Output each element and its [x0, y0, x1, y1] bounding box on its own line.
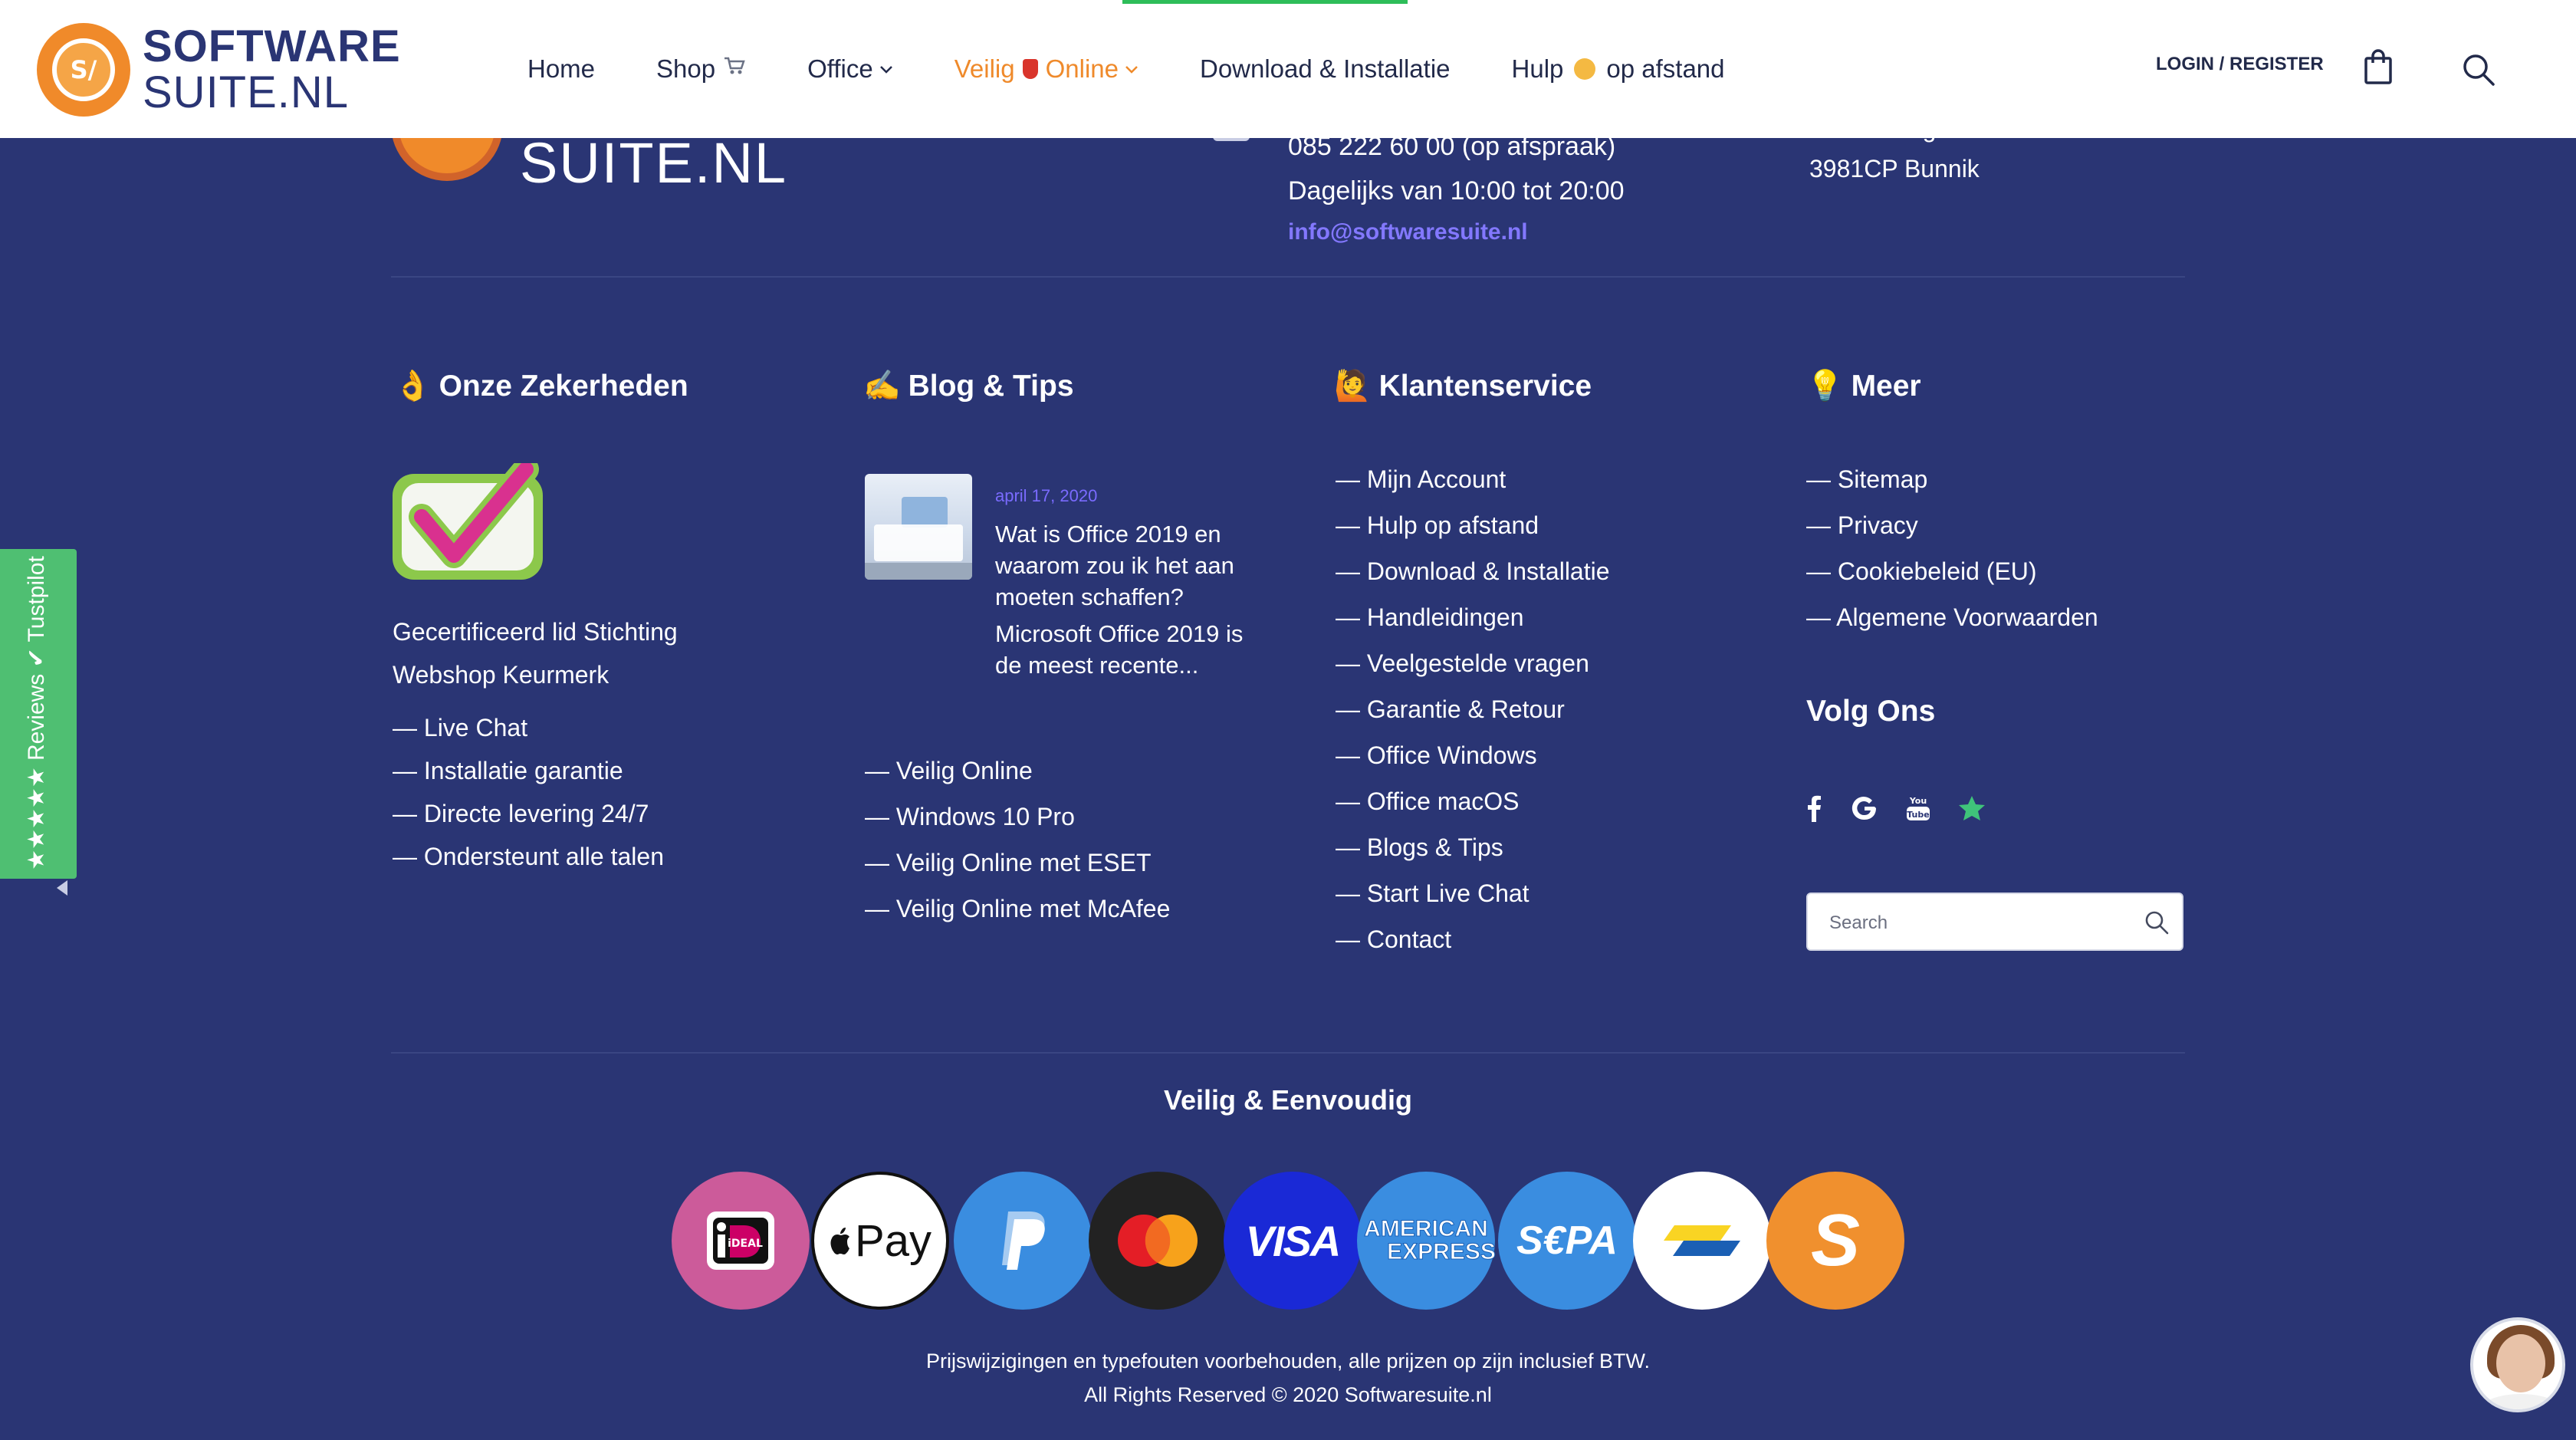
- footer-link-veelgestelde-vragen[interactable]: — Veelgestelde vragen: [1336, 649, 1589, 678]
- footer-link-start-live-chat[interactable]: — Start Live Chat: [1336, 879, 1530, 908]
- writing-hand-icon: ✍️: [863, 370, 901, 403]
- sepa-label: S€PA: [1516, 1218, 1618, 1263]
- payment-visa-icon[interactable]: VISA: [1224, 1172, 1362, 1310]
- footer-link-garantie-retour[interactable]: — Garantie & Retour: [1336, 695, 1565, 724]
- footer-link-contact[interactable]: — Contact: [1336, 925, 1451, 954]
- footer-link-handleidingen[interactable]: — Handleidingen: [1336, 603, 1524, 632]
- footer-search-box: [1806, 893, 2183, 951]
- trustpilot-tab[interactable]: ★★★★★ Reviews ✔ Tustpilot: [0, 549, 77, 879]
- payment-sofort-icon[interactable]: S: [1766, 1172, 1904, 1310]
- footer-link-live-chat[interactable]: — Live Chat: [393, 714, 527, 742]
- contact-hours: Dagelijks van 10:00 tot 20:00: [1288, 176, 1625, 205]
- follow-us-heading: Volg Ons: [1806, 695, 1936, 728]
- nav-shop[interactable]: Shop: [656, 54, 746, 84]
- footer-link-veilig-online-eset[interactable]: — Veilig Online met ESET: [865, 849, 1151, 877]
- star-icon[interactable]: [1957, 793, 1987, 824]
- google-icon[interactable]: [1849, 793, 1880, 824]
- footer-link-blogs-tips[interactable]: — Blogs & Tips: [1336, 833, 1503, 862]
- sofort-label: S: [1810, 1199, 1861, 1281]
- footer-search-input[interactable]: [1829, 908, 2121, 939]
- facebook-icon[interactable]: [1799, 793, 1829, 824]
- nav-office[interactable]: Office: [807, 54, 893, 84]
- footer-link-hulp-op-afstand[interactable]: — Hulp op afstand: [1336, 511, 1539, 540]
- column-title-klantenservice: 🙋 Klantenservice: [1334, 370, 1592, 403]
- apple-pay-label: Pay: [855, 1215, 932, 1266]
- youtube-icon[interactable]: You Tube: [1903, 793, 1934, 824]
- footer-link-office-windows[interactable]: — Office Windows: [1336, 741, 1537, 770]
- blog-post-thumbnail[interactable]: [865, 474, 972, 580]
- person-icon: [1574, 58, 1596, 80]
- logo-line-2: SUITE.NL: [143, 67, 350, 117]
- login-register-link[interactable]: LOGIN / REGISTER: [2156, 54, 2324, 75]
- light-bulb-icon: 💡: [1806, 370, 1844, 403]
- ok-hand-icon: 👌: [394, 370, 432, 403]
- search-icon[interactable]: [2144, 909, 2170, 935]
- payment-sepa-icon[interactable]: S€PA: [1498, 1172, 1636, 1310]
- divider: [391, 276, 2185, 278]
- payment-apple-pay-icon[interactable]: Pay: [811, 1172, 949, 1310]
- visa-label: VISA: [1245, 1216, 1342, 1265]
- chevron-down-icon: [1125, 59, 1138, 79]
- footer-link-cookiebeleid[interactable]: — Cookiebeleid (EU): [1806, 557, 2037, 586]
- contact-email-link[interactable]: info@softwaresuite.nl: [1288, 219, 1528, 245]
- site-logo[interactable]: S/ SOFTWARE SUITE.NL: [37, 23, 435, 117]
- live-chat-avatar[interactable]: [2470, 1317, 2565, 1412]
- nav-hulp-op-afstand[interactable]: Hulp op afstand: [1512, 54, 1725, 84]
- search-icon[interactable]: [2461, 52, 2496, 87]
- column-title-meer: 💡 Meer: [1806, 370, 1921, 403]
- cart-icon: [723, 56, 746, 82]
- nav-veilig-online[interactable]: Veilig Online: [955, 54, 1138, 84]
- person-raising-hand-icon: 🙋: [1334, 370, 1372, 403]
- payments-heading: Veilig & Eenvoudig: [1163, 1084, 1413, 1116]
- logo-line-1: SOFTWARE: [143, 21, 401, 71]
- payment-ideal-icon[interactable]: iDEAL: [672, 1172, 810, 1310]
- copyright: All Rights Reserved © 2020 Softwaresuite…: [1084, 1383, 1492, 1406]
- price-disclaimer: Prijswijzigingen en typefouten voorbehou…: [925, 1350, 1651, 1373]
- divider: [391, 1052, 2185, 1054]
- site-header: S/ SOFTWARE SUITE.NL Home Shop Office Ve…: [0, 0, 2576, 138]
- blog-post-title[interactable]: Wat is Office 2019 en waarom zou ik het …: [995, 518, 1256, 613]
- svg-text:Tube: Tube: [1907, 810, 1929, 820]
- logo-mark-icon: S/: [37, 23, 130, 117]
- payment-paypal-icon[interactable]: [954, 1172, 1092, 1310]
- footer-link-sitemap[interactable]: — Sitemap: [1806, 465, 1927, 494]
- footer-link-mijn-account[interactable]: — Mijn Account: [1336, 465, 1506, 494]
- payment-amex-icon[interactable]: AMERICAN EXPRESS: [1357, 1172, 1496, 1310]
- footer-link-veilig-online-mcafee[interactable]: — Veilig Online met McAfee: [865, 895, 1170, 923]
- footer-link-algemene-voorwaarden[interactable]: — Algemene Voorwaarden: [1806, 603, 2098, 632]
- column-title-zekerheden: 👌 Onze Zekerheden: [394, 370, 688, 403]
- footer-link-directe-levering[interactable]: — Directe levering 24/7: [393, 800, 649, 828]
- footer-link-veilig-online[interactable]: — Veilig Online: [865, 757, 1033, 785]
- nav-home[interactable]: Home: [527, 54, 595, 84]
- payment-bancontact-icon[interactable]: [1633, 1172, 1771, 1310]
- blog-post-date: april 17, 2020: [995, 486, 1098, 505]
- shopping-bag-icon[interactable]: [2363, 49, 2394, 86]
- shield-icon: [1022, 59, 1038, 79]
- footer-link-privacy[interactable]: — Privacy: [1806, 511, 1918, 540]
- footer-link-installatie-garantie[interactable]: — Installatie garantie: [393, 757, 623, 785]
- nav-download-installatie[interactable]: Download & Installatie: [1200, 54, 1451, 84]
- chevron-down-icon: [879, 59, 893, 79]
- payment-mastercard-icon[interactable]: [1089, 1172, 1227, 1310]
- footer-link-office-macos[interactable]: — Office macOS: [1336, 787, 1519, 816]
- svg-text:You: You: [1909, 796, 1927, 806]
- collapse-arrow-icon[interactable]: [57, 880, 67, 896]
- main-nav: Home Shop Office Veilig Online Download …: [527, 0, 1786, 138]
- webshop-keurmerk-logo[interactable]: [391, 456, 547, 586]
- keurmerk-text: Gecertificeerd lid Stichting Webshop Keu…: [393, 618, 678, 689]
- svg-text:iDEAL: iDEAL: [728, 1238, 763, 1250]
- column-title-blog: ✍️ Blog & Tips: [863, 370, 1074, 403]
- blog-post-excerpt: Microsoft Office 2019 is de meest recent…: [995, 620, 1244, 679]
- footer-link-windows-10-pro[interactable]: — Windows 10 Pro: [865, 803, 1075, 831]
- footer-link-download-installatie[interactable]: — Download & Installatie: [1336, 557, 1610, 586]
- trustpilot-label: ★★★★★ Reviews ✔ Tustpilot: [24, 556, 49, 870]
- footer-link-alle-talen[interactable]: — Ondersteunt alle talen: [393, 843, 664, 871]
- address-postcode: 3981CP Bunnik: [1809, 155, 1980, 182]
